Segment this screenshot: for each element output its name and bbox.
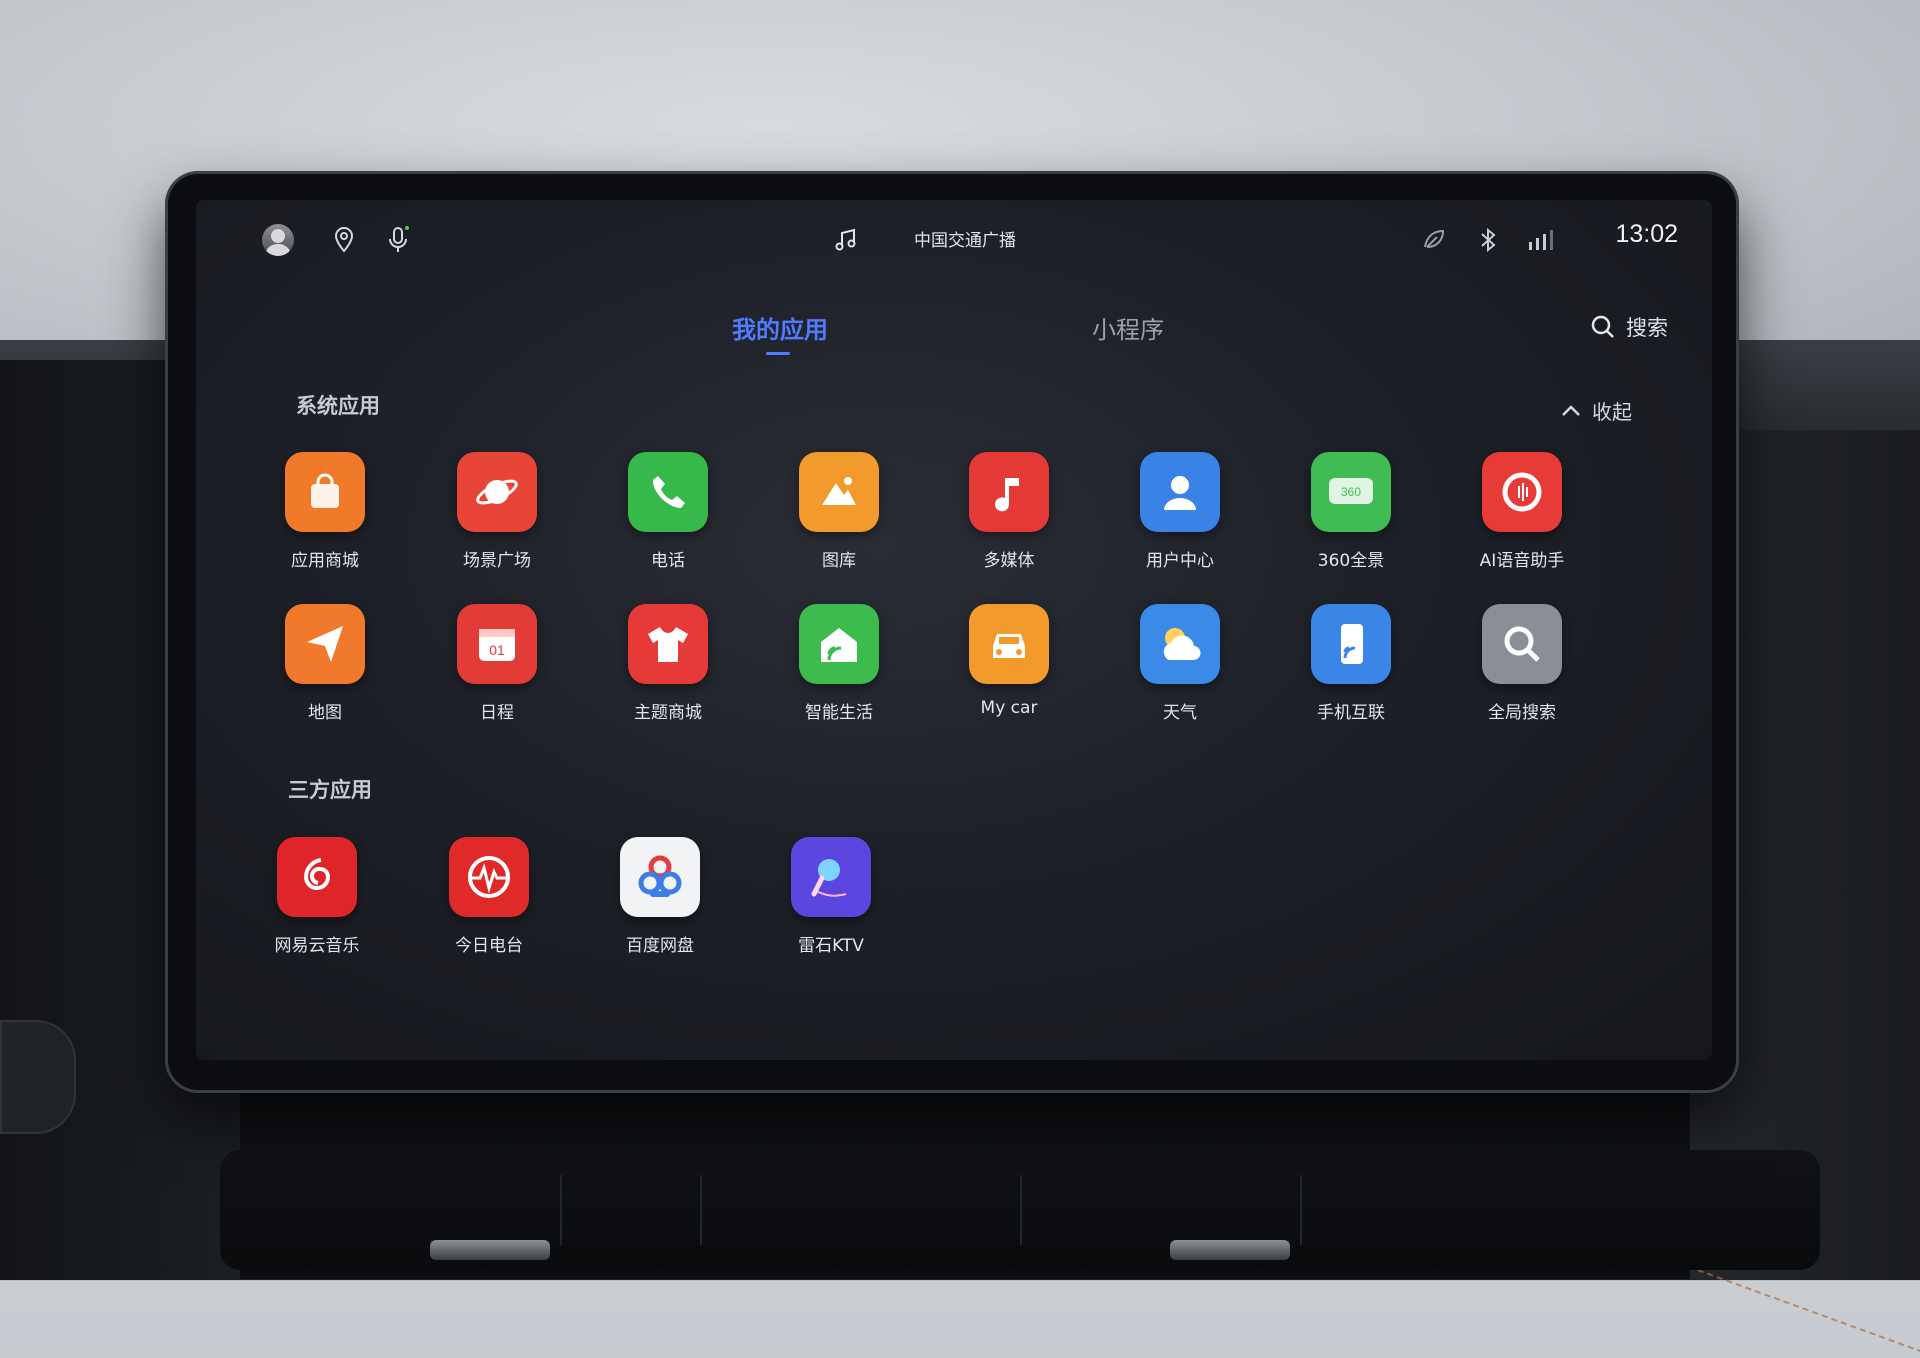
app-tile[interactable]: 场景广场 [427, 452, 567, 571]
app-tile[interactable]: 360 360全景 [1281, 452, 1421, 571]
search-button[interactable]: 搜索 [1590, 312, 1668, 342]
smart-home-icon [799, 604, 879, 684]
search-label: 搜索 [1626, 316, 1668, 340]
app-tile[interactable]: 雷石KTV [761, 837, 901, 956]
search-icon [1591, 315, 1614, 338]
app-label: 图库 [822, 551, 856, 571]
tab-label: 小程序 [1092, 316, 1164, 344]
svg-text:360: 360 [1341, 485, 1361, 499]
app-label: 智能生活 [805, 703, 873, 723]
navigation-arrow-icon [285, 604, 365, 684]
calendar-icon: 01 [457, 604, 537, 684]
app-tile[interactable]: AI语音助手 [1452, 452, 1592, 571]
status-bar: 中国交通广播 13:02 [196, 200, 1712, 280]
app-tile[interactable]: 今日电台 [419, 837, 559, 956]
app-label: 日程 [480, 703, 514, 723]
side-control-knob[interactable] [0, 1020, 76, 1134]
radio-station-label[interactable]: 中国交通广播 [914, 226, 1016, 251]
baidu-cloud-icon [620, 837, 700, 917]
user-avatar[interactable] [258, 220, 298, 260]
app-label: 天气 [1163, 703, 1197, 723]
planet-icon [457, 452, 537, 532]
section-title-system: 系统应用 [296, 394, 380, 418]
app-tile[interactable]: 全局搜索 [1452, 604, 1592, 723]
app-label: 多媒体 [983, 551, 1035, 571]
tshirt-icon [628, 604, 708, 684]
app-tile[interactable]: 电话 [598, 452, 738, 571]
app-tile[interactable]: 图库 [769, 452, 909, 571]
vent-knob[interactable] [1170, 1240, 1290, 1260]
avatar-icon [262, 224, 294, 256]
vent-knob[interactable] [430, 1240, 550, 1260]
collapse-label: 收起 [1592, 400, 1632, 424]
app-tile[interactable]: 地图 [255, 604, 395, 723]
leaf-icon [1414, 220, 1454, 260]
netease-music-icon [277, 837, 357, 917]
app-label: 手机互联 [1317, 703, 1385, 723]
tab-label: 我的应用 [732, 316, 828, 344]
radio-wave-icon [449, 837, 529, 917]
app-label: AI语音助手 [1479, 551, 1565, 571]
location-icon[interactable] [324, 220, 364, 260]
tab-my-apps[interactable]: 我的应用 [732, 310, 828, 355]
bluetooth-icon [1468, 220, 1508, 260]
phone-link-icon [1311, 604, 1391, 684]
signal-icon [1520, 220, 1560, 260]
voice-assistant-icon [1482, 452, 1562, 532]
app-label: 雷石KTV [798, 936, 864, 956]
app-tile[interactable]: 用户中心 [1110, 452, 1250, 571]
section-title-third-party: 三方应用 [288, 778, 372, 802]
car-icon [969, 604, 1049, 684]
microphone-icon[interactable] [378, 220, 418, 260]
app-label: 今日电台 [455, 936, 523, 956]
app-tile[interactable]: 智能生活 [769, 604, 909, 723]
gallery-icon [799, 452, 879, 532]
clock: 13:02 [1615, 220, 1678, 248]
chevron-up-icon [1562, 404, 1580, 416]
app-tile[interactable]: 应用商城 [255, 452, 395, 571]
app-label: 百度网盘 [626, 936, 694, 956]
shopping-bag-icon [285, 452, 365, 532]
app-tile[interactable]: My car [939, 604, 1079, 718]
app-label: 场景广场 [463, 551, 531, 571]
app-label: 应用商城 [291, 551, 359, 571]
infotainment-screen: 中国交通广播 13:02 我的应用 小程序 搜索 系统应用 收起 应用商城 场景广… [196, 200, 1712, 1060]
tab-indicator [766, 352, 790, 355]
app-label: 地图 [308, 703, 342, 723]
svg-text:01: 01 [489, 642, 505, 658]
app-label: 主题商城 [634, 703, 702, 723]
app-label: 用户中心 [1146, 551, 1214, 571]
search-icon [1482, 604, 1562, 684]
music-note-icon[interactable] [826, 220, 866, 260]
app-tile[interactable]: 百度网盘 [590, 837, 730, 956]
app-label: 网易云音乐 [274, 936, 360, 956]
phone-icon [628, 452, 708, 532]
tab-mini-programs[interactable]: 小程序 [1092, 310, 1164, 345]
user-icon [1140, 452, 1220, 532]
app-label: 全局搜索 [1488, 703, 1556, 723]
app-label: My car [980, 698, 1038, 718]
app-tile[interactable]: 网易云音乐 [247, 837, 387, 956]
microphone-icon [791, 837, 871, 917]
app-label: 360全景 [1317, 551, 1385, 571]
app-tile[interactable]: 主题商城 [598, 604, 738, 723]
app-tile[interactable]: 手机互联 [1281, 604, 1421, 723]
app-tile[interactable]: 多媒体 [939, 452, 1079, 571]
app-tile[interactable]: 01 日程 [427, 604, 567, 723]
tab-bar: 我的应用 小程序 [196, 310, 1712, 370]
music-note-icon [969, 452, 1049, 532]
app-tile[interactable]: 天气 [1110, 604, 1250, 723]
collapse-button[interactable]: 收起 [1560, 396, 1632, 425]
app-label: 电话 [651, 551, 685, 571]
weather-icon [1140, 604, 1220, 684]
360-camera-icon: 360 [1311, 452, 1391, 532]
